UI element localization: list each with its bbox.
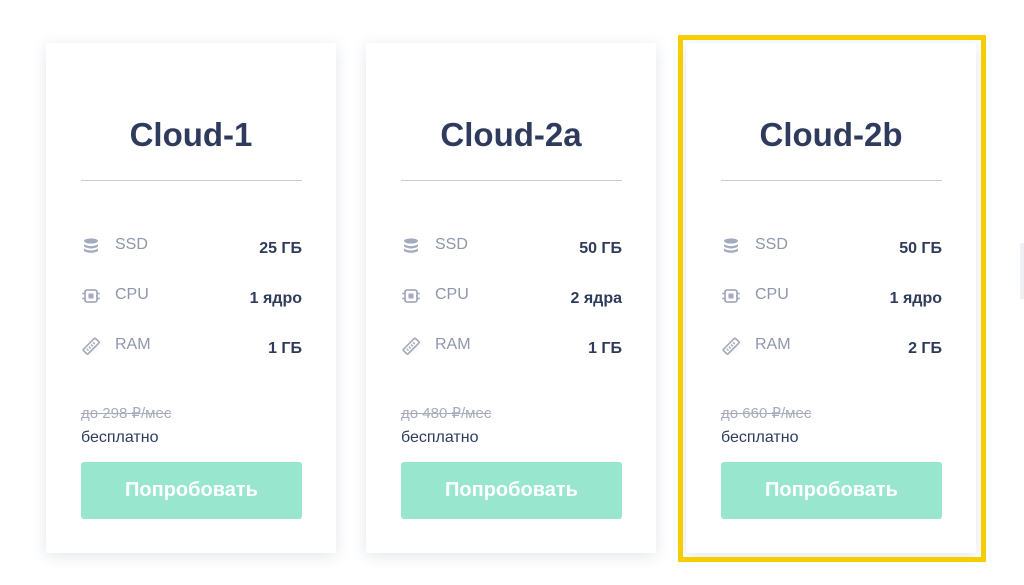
- ram-stick-icon: [402, 337, 420, 355]
- spec-row-cpu: CPU 2 ядра: [401, 284, 622, 308]
- plan-title: Cloud-1: [129, 116, 253, 153]
- spec-label: CPU: [115, 286, 149, 303]
- selected-plan-highlight: [678, 35, 986, 562]
- spec-value: 50 ГБ: [579, 240, 622, 257]
- spec-value: 1 ядро: [249, 290, 302, 307]
- database-icon: [404, 238, 418, 253]
- price: бесплатно: [81, 429, 159, 446]
- plan-card-cloud-1: Cloud-1 SSD 25 ГБ CPU 1 ядро RAM 1 ГБ до…: [46, 43, 336, 553]
- spec-label: RAM: [115, 336, 151, 353]
- spec-label: RAM: [435, 336, 471, 353]
- spec-row-ram: RAM 1 ГБ: [401, 334, 622, 358]
- spec-row-ram: RAM 1 ГБ: [81, 334, 302, 358]
- cpu-chip-icon: [402, 289, 420, 303]
- spec-row-cpu: CPU 1 ядро: [81, 284, 302, 308]
- spec-label: SSD: [115, 236, 148, 253]
- spec-row-ssd: SSD 50 ГБ: [401, 234, 622, 258]
- ram-stick-icon: [82, 337, 100, 355]
- price: бесплатно: [401, 429, 479, 446]
- try-button[interactable]: Попробовать: [401, 462, 622, 519]
- spec-row-ssd: SSD 25 ГБ: [81, 234, 302, 258]
- old-price: до 480 ₽/мес: [401, 405, 492, 422]
- old-price: до 298 ₽/мес: [81, 405, 172, 422]
- spec-value: 1 ГБ: [268, 340, 302, 357]
- divider: [401, 180, 622, 181]
- spec-value: 1 ГБ: [588, 340, 622, 357]
- plan-title: Cloud-2a: [440, 116, 582, 153]
- spec-label: SSD: [435, 236, 468, 253]
- database-icon: [84, 238, 98, 253]
- try-button[interactable]: Попробовать: [81, 462, 302, 519]
- cpu-chip-icon: [82, 289, 100, 303]
- spec-label: CPU: [435, 286, 469, 303]
- spec-value: 2 ядра: [570, 290, 622, 307]
- divider: [81, 180, 302, 181]
- next-card-edge: [1020, 243, 1024, 299]
- plan-card-cloud-2a: Cloud-2a SSD 50 ГБ CPU 2 ядра RAM 1 ГБ д…: [366, 43, 656, 553]
- spec-value: 25 ГБ: [259, 240, 302, 257]
